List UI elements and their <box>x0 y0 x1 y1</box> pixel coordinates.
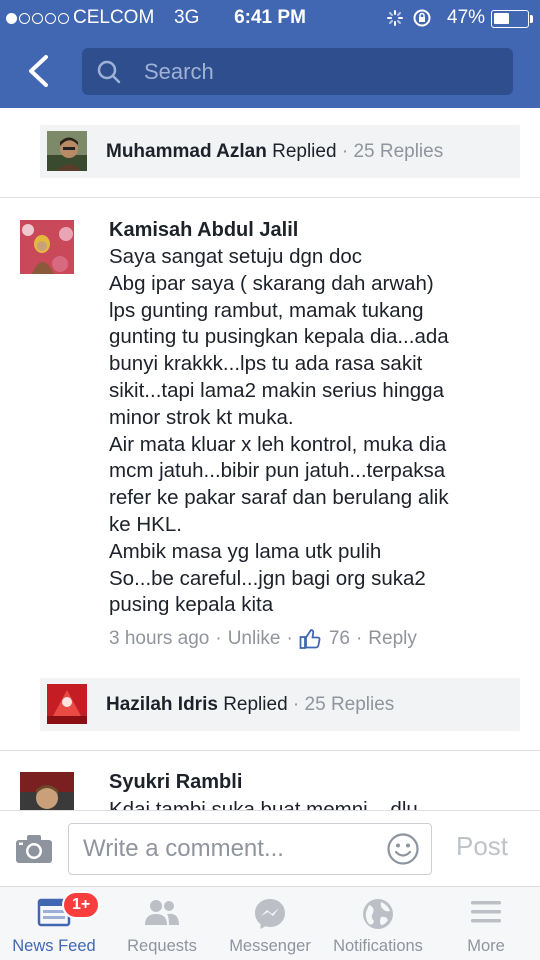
globe-icon <box>361 897 395 936</box>
like-count[interactable]: 76 <box>329 628 350 650</box>
bottom-tab-bar: 1+ News Feed Requests Messenger Notifica… <box>0 886 540 960</box>
search-input[interactable] <box>144 48 494 95</box>
comment-author-name[interactable]: Kamisah Abdul Jalil <box>109 219 298 242</box>
smiley-icon <box>387 833 419 865</box>
tab-label: Requests <box>127 937 197 955</box>
comment-text-line: Air mata kluar x leh kontrol, muka dia <box>109 432 447 456</box>
reply-verb: Replied <box>223 694 288 715</box>
comment-composer: Post <box>0 810 540 886</box>
search-icon <box>96 59 122 90</box>
camera-button[interactable] <box>14 833 54 870</box>
thumbs-up-icon[interactable] <box>299 628 321 650</box>
comment-text: Kdai tambi suka buat memni... dlu <box>109 798 418 810</box>
comment-text-line: Ambik masa yg lama utk pulih <box>109 539 382 563</box>
comment-timestamp[interactable]: 3 hours ago <box>109 628 209 650</box>
reply-summary[interactable]: Muhammad Azlan Replied · 25 Replies <box>40 125 520 178</box>
comment-text-line: lps gunting rambut, mamak tukang <box>109 298 424 322</box>
comment-text-line: Saya sangat setuju dgn doc <box>109 245 363 268</box>
comment-text-line: refer ke pakar saraf dan berulang alik <box>109 486 449 510</box>
reply-button[interactable]: Reply <box>368 628 417 650</box>
comment-text-line: minor strok kt muka. <box>109 405 294 429</box>
tab-messenger[interactable]: Messenger <box>216 887 324 960</box>
messenger-icon <box>253 897 287 936</box>
menu-icon <box>469 897 503 932</box>
comment-text: Saya sangat setuju dgn doc Abg ipar saya … <box>109 244 529 619</box>
divider <box>0 750 540 751</box>
comment-text-line: pusing kepala kita <box>109 593 274 617</box>
emoji-button[interactable] <box>386 832 420 871</box>
tab-label: News Feed <box>12 937 96 955</box>
top-nav-bar: CELCOM 3G 6:41 PM 47% Search <box>0 0 540 108</box>
tab-label: Messenger <box>229 937 311 955</box>
separator-dot: · <box>355 628 363 649</box>
comment-actions: 3 hours ago · Unlike · 76 · Reply <box>109 628 417 650</box>
avatar[interactable] <box>20 772 74 810</box>
reply-summary[interactable]: Hazilah Idris Replied · 25 Replies <box>40 678 520 731</box>
tab-news-feed[interactable]: 1+ News Feed <box>0 887 108 960</box>
comment-thread: Muhammad Azlan Replied · 25 Replies Kami… <box>0 108 540 810</box>
comment-text-line: ke HKL. <box>109 512 182 536</box>
separator-dot: · <box>286 628 293 649</box>
battery-percentage: 47% <box>447 7 486 28</box>
avatar[interactable] <box>20 220 74 274</box>
tab-label: More <box>467 937 505 955</box>
avatar[interactable] <box>47 684 87 724</box>
separator-dot: · <box>292 694 300 715</box>
reply-count[interactable]: 25 Replies <box>305 694 395 715</box>
separator-dot: · <box>215 628 222 649</box>
tab-requests[interactable]: Requests <box>108 887 216 960</box>
camera-icon <box>16 835 52 863</box>
comment-text-line: sikit...tapi lama2 makin serius hingga <box>109 378 444 402</box>
notification-badge: 1+ <box>62 891 101 919</box>
friend-requests-icon <box>143 897 181 934</box>
reply-author-name[interactable]: Muhammad Azlan <box>106 141 267 162</box>
comment-text-line: Abg ipar saya ( skarang dah arwah) <box>109 271 434 295</box>
tab-notifications[interactable]: Notifications <box>324 887 432 960</box>
reply-count[interactable]: 25 Replies <box>353 141 443 162</box>
comment-text-line: mcm jatuh...bibir pun jatuh...terpaksa <box>109 459 446 483</box>
comment-text-line: So...be careful...jgn bagi org suka2 <box>109 566 426 590</box>
post-button[interactable]: Post <box>456 831 508 862</box>
search-bar[interactable] <box>82 48 513 95</box>
reply-verb: Replied <box>272 141 337 162</box>
tab-more[interactable]: More <box>432 887 540 960</box>
comment-field[interactable] <box>68 823 432 875</box>
divider <box>0 197 540 198</box>
battery-icon <box>491 10 529 28</box>
comment-text-line: gunting tu pusingkan kepala dia...ada <box>109 325 449 349</box>
separator-dot: · <box>341 141 349 162</box>
status-bar: CELCOM 3G 6:41 PM 47% <box>0 0 540 36</box>
unlike-button[interactable]: Unlike <box>228 628 281 650</box>
comment-text-line: bunyi krakkk...lps tu ada rasa sakit <box>109 352 423 376</box>
avatar[interactable] <box>47 131 87 171</box>
tab-label: Notifications <box>333 937 423 955</box>
back-arrow-icon <box>29 55 48 87</box>
comment-author-name[interactable]: Syukri Rambli <box>109 771 242 794</box>
back-button[interactable] <box>18 50 58 92</box>
comment-input[interactable] <box>83 824 383 874</box>
activity-spinner-icon <box>386 9 404 33</box>
rotation-lock-icon <box>412 8 432 34</box>
reply-author-name[interactable]: Hazilah Idris <box>106 694 218 715</box>
